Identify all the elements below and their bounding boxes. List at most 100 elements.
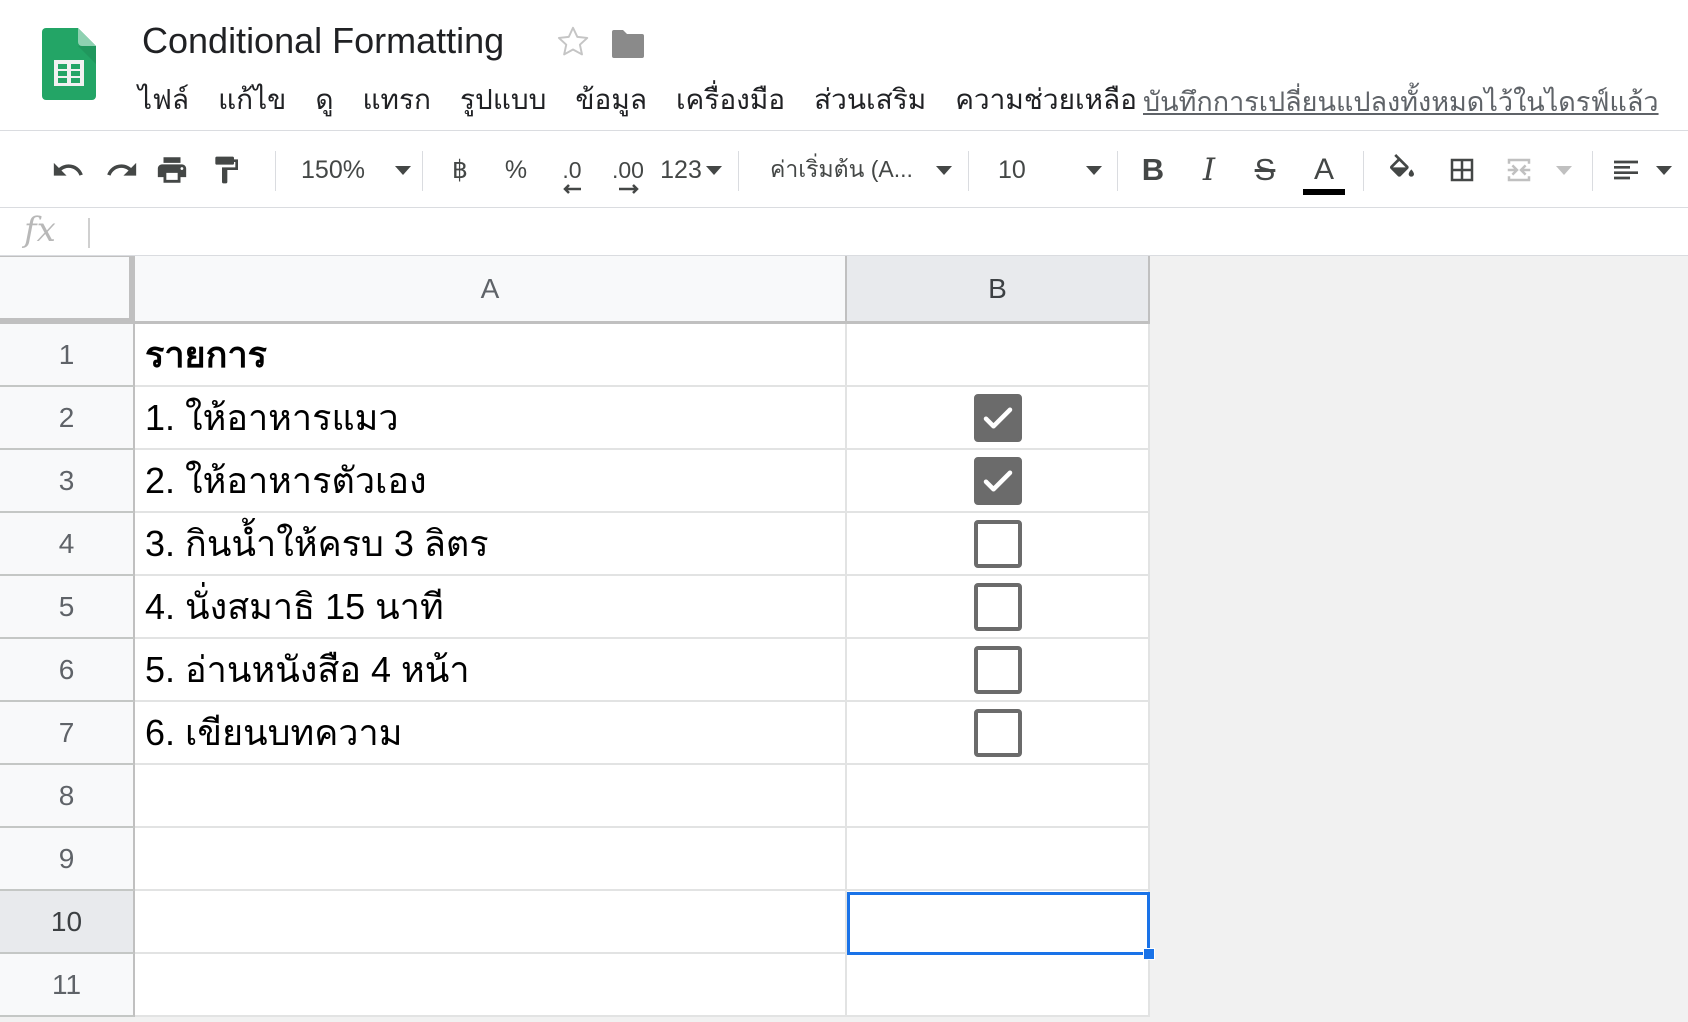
number-format-label: 123 [660, 155, 702, 184]
toolbar-divider [738, 151, 739, 191]
bold-button[interactable]: B [1138, 131, 1168, 209]
font-size-select[interactable]: 10 [998, 131, 1102, 209]
menu-edit[interactable]: แก้ไข [218, 78, 286, 122]
merge-cells-button[interactable] [1502, 131, 1572, 209]
checkbox-unchecked[interactable] [973, 519, 1022, 568]
column-header-a[interactable]: A [135, 256, 847, 324]
title-bar: Conditional Formatting ไฟล์ แก้ไข ดู แทร… [0, 0, 1688, 130]
strikethrough-button[interactable]: S [1250, 131, 1280, 209]
cell-a[interactable]: 2. ให้อาหารตัวเอง [135, 450, 847, 513]
menu-data[interactable]: ข้อมูล [575, 78, 647, 122]
cell-b[interactable] [847, 702, 1150, 765]
cell-a[interactable] [135, 891, 847, 954]
cell-a[interactable] [135, 954, 847, 1017]
undo-icon[interactable] [48, 131, 88, 209]
font-family-value: ค่าเริ่มต้น (A... [770, 156, 913, 182]
paint-format-icon[interactable] [206, 131, 246, 209]
row-header[interactable]: 10 [0, 891, 135, 954]
row-header[interactable]: 11 [0, 954, 135, 1017]
menu-addons[interactable]: ส่วนเสริม [814, 78, 926, 122]
cell-a[interactable] [135, 765, 847, 828]
cell-b[interactable] [847, 513, 1150, 576]
horizontal-align-button[interactable] [1610, 131, 1672, 209]
arrow-right-icon [619, 183, 639, 194]
row-header[interactable]: 5 [0, 576, 135, 639]
checkbox-unchecked[interactable] [973, 582, 1022, 631]
cell-b[interactable] [847, 639, 1150, 702]
strikethrough-icon: S [1254, 152, 1276, 187]
menu-bar: ไฟล์ แก้ไข ดู แทรก รูปแบบ ข้อมูล เครื่อง… [138, 80, 1166, 120]
text-color-button[interactable]: A [1302, 131, 1346, 209]
menu-tools[interactable]: เครื่องมือ [676, 78, 785, 122]
row-header[interactable]: 3 [0, 450, 135, 513]
zoom-value: 150% [301, 155, 365, 184]
currency-format-button[interactable]: ฿ [446, 131, 474, 209]
cell-a[interactable]: 6. เขียนบทความ [135, 702, 847, 765]
merge-cells-icon [1507, 158, 1531, 182]
text-color-swatch [1303, 189, 1345, 195]
align-left-icon [1614, 160, 1638, 180]
zoom-select[interactable]: 150% [296, 131, 416, 209]
row-header[interactable]: 1 [0, 324, 135, 387]
star-icon[interactable] [555, 24, 591, 60]
cell-b[interactable] [847, 387, 1150, 450]
formula-input[interactable] [100, 214, 1660, 250]
checkbox-unchecked[interactable] [973, 708, 1022, 757]
table-row: 11 [0, 954, 1150, 1017]
menu-format[interactable]: รูปแบบ [460, 78, 546, 122]
font-size-value: 10 [998, 155, 1026, 184]
cell-b[interactable] [847, 891, 1150, 954]
cell-a[interactable] [135, 828, 847, 891]
bold-icon: B [1141, 152, 1165, 187]
cell-a[interactable]: รายการ [135, 324, 847, 387]
folder-icon[interactable] [610, 28, 646, 60]
checkbox-unchecked[interactable] [973, 645, 1022, 694]
document-title[interactable]: Conditional Formatting [142, 20, 504, 62]
decrease-decimal-button[interactable]: .0 [552, 131, 592, 209]
cell-b[interactable] [847, 828, 1150, 891]
increase-decimal-button[interactable]: .00 [604, 131, 652, 209]
sheets-logo-icon[interactable] [42, 28, 96, 100]
save-status-link[interactable]: บันทึกการเปลี่ยนแปลงทั้งหมดไว้ในไดรฟ์แล้… [1143, 80, 1659, 123]
more-formats-select[interactable]: 123 [660, 131, 722, 209]
row-header[interactable]: 2 [0, 387, 135, 450]
italic-button[interactable]: I [1194, 131, 1224, 209]
menu-insert[interactable]: แทรก [363, 78, 432, 122]
table-row: 2 1. ให้อาหารแมว [0, 387, 1150, 450]
cell-b[interactable] [847, 576, 1150, 639]
row-header[interactable]: 9 [0, 828, 135, 891]
cell-a[interactable]: 4. นั่งสมาธิ 15 นาที [135, 576, 847, 639]
table-row: 9 [0, 828, 1150, 891]
cell-b[interactable] [847, 954, 1150, 1017]
cell-b[interactable] [847, 450, 1150, 513]
checkmark-icon [983, 407, 1012, 428]
cell-a[interactable]: 5. อ่านหนังสือ 4 หน้า [135, 639, 847, 702]
redo-icon[interactable] [102, 131, 142, 209]
cell-b[interactable] [847, 324, 1150, 387]
row-header[interactable]: 7 [0, 702, 135, 765]
chevron-down-icon [394, 165, 411, 175]
checkbox-checked[interactable] [973, 393, 1022, 442]
menu-view[interactable]: ดู [315, 78, 333, 122]
menu-file[interactable]: ไฟล์ [138, 78, 189, 122]
percent-format-button[interactable]: % [500, 131, 532, 209]
table-row: 3 2. ให้อาหารตัวเอง [0, 450, 1150, 513]
cell-a[interactable]: 1. ให้อาหารแมว [135, 387, 847, 450]
column-header-b[interactable]: B [847, 256, 1150, 324]
checkbox-checked[interactable] [973, 456, 1022, 505]
print-icon[interactable] [152, 131, 192, 209]
table-row: 6 5. อ่านหนังสือ 4 หน้า [0, 639, 1150, 702]
borders-icon[interactable] [1444, 131, 1480, 209]
fill-handle[interactable] [1143, 948, 1155, 960]
row-header[interactable]: 6 [0, 639, 135, 702]
select-all-corner[interactable] [0, 256, 135, 324]
menu-help[interactable]: ความช่วยเหลือ [955, 78, 1137, 122]
currency-symbol: ฿ [452, 156, 468, 184]
fill-color-icon[interactable] [1384, 131, 1420, 209]
font-family-select[interactable]: ค่าเริ่มต้น (A... [770, 131, 952, 209]
row-header[interactable]: 4 [0, 513, 135, 576]
cell-b[interactable] [847, 765, 1150, 828]
cell-a[interactable]: 3. กินน้ำให้ครบ 3 ลิตร [135, 513, 847, 576]
row-header[interactable]: 8 [0, 765, 135, 828]
chevron-down-icon [1656, 165, 1672, 175]
